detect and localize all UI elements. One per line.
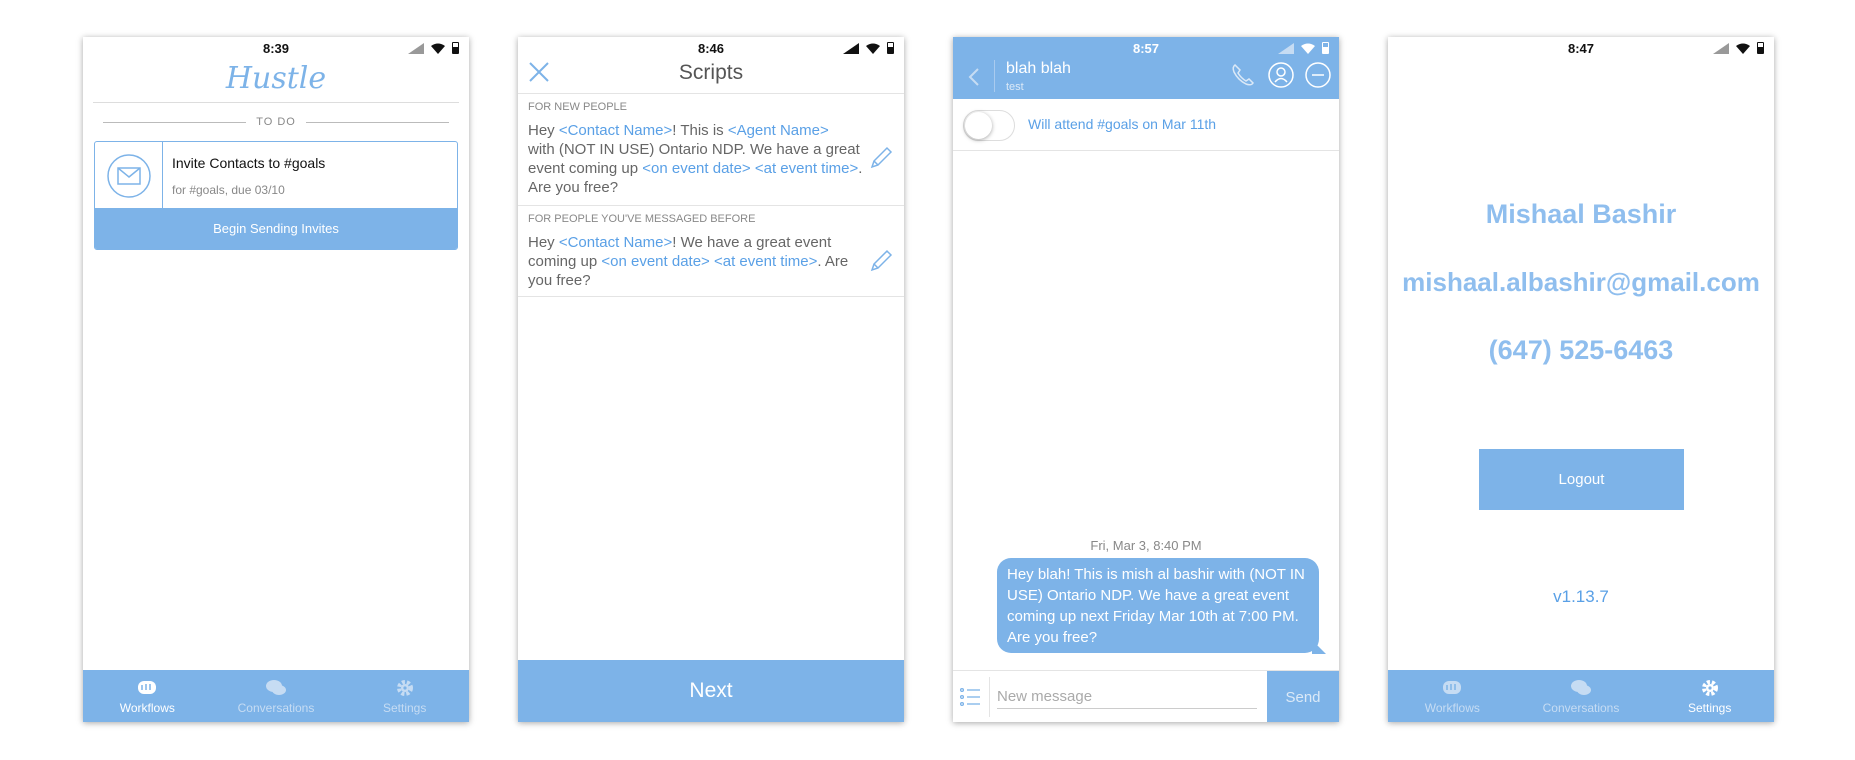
tab-workflows-label: Workflows [1424, 700, 1480, 715]
tab-settings[interactable]: Settings [340, 670, 469, 722]
tab-conversations-label: Conversations [1542, 700, 1620, 715]
token-event-date: <on event date> [601, 253, 710, 270]
app-version: v1.13.7 [1553, 587, 1609, 606]
profile-email: mishaal.albashir@gmail.com [1402, 267, 1760, 297]
gear-icon [1701, 679, 1718, 696]
rsvp-toggle[interactable] [963, 110, 1015, 141]
tab-workflows[interactable]: Workflows [83, 670, 212, 722]
profile-phone: (647) 525-6463 [1488, 335, 1674, 365]
scripts-screen: 8:46 Scripts FOR NEW PEOPLE Hey <Contact… [518, 37, 904, 722]
divider [518, 296, 904, 297]
token-contact-name: <Contact Name> [558, 122, 673, 139]
phone-icon[interactable] [1229, 61, 1257, 89]
wifi-icon [1736, 43, 1750, 54]
fist-icon [1443, 680, 1462, 694]
edit-pencil-icon[interactable] [868, 248, 894, 274]
battery-icon [1757, 42, 1764, 54]
remove-circle-icon[interactable] [1304, 61, 1332, 89]
tab-settings[interactable]: Settings [1645, 670, 1774, 722]
wifi-icon [1301, 43, 1315, 54]
tab-conversations-label: Conversations [237, 700, 315, 715]
next-button[interactable]: Next [518, 660, 904, 722]
wifi-icon [866, 43, 880, 54]
todo-section-header: TO DO [103, 115, 450, 129]
edit-pencil-icon[interactable] [868, 145, 894, 171]
app-logo: Hustle [225, 61, 327, 96]
status-bar: 8:57 [953, 37, 1339, 59]
logout-button[interactable]: Logout [1479, 449, 1684, 510]
tab-bar: Workflows Conversations Settings [83, 670, 469, 722]
status-bar: 8:46 [518, 37, 904, 59]
profile-name: Mishaal Bashir [1485, 199, 1677, 229]
battery-icon [452, 42, 459, 54]
rsvp-label: Will attend #goals on Mar 11th [1028, 116, 1217, 132]
compose-bar: Send [953, 670, 1339, 722]
rsvp-row: Will attend #goals on Mar 11th [953, 99, 1339, 151]
divider [518, 205, 904, 206]
status-bar: 8:39 [83, 37, 469, 59]
chat-bubbles-icon [1571, 679, 1591, 695]
battery-icon [1322, 42, 1329, 54]
contact-subtitle: test [1006, 81, 1024, 93]
gear-icon [396, 679, 413, 696]
tab-conversations[interactable]: Conversations [1517, 670, 1646, 722]
envelope-icon [106, 153, 151, 198]
token-event-date: <on event date> [642, 160, 751, 177]
message-input[interactable] [997, 685, 1257, 709]
token-agent-name: <Agent Name> [727, 122, 829, 139]
todo-label: TO DO [256, 116, 296, 128]
fist-icon [138, 680, 157, 694]
battery-icon [887, 42, 894, 54]
user-profile-icon[interactable] [1267, 61, 1295, 89]
back-chevron-icon[interactable] [967, 67, 981, 87]
settings-screen: 8:47 Mishaal Bashir mishaal.albashir@gma… [1388, 37, 1774, 722]
send-button[interactable]: Send [1267, 671, 1339, 722]
tab-settings-label: Settings [1688, 700, 1732, 715]
divider [93, 102, 459, 103]
wifi-icon [431, 43, 445, 54]
workflows-screen: 8:39 Hustle TO DO Invite Contacts to #go… [83, 37, 469, 722]
tab-workflows[interactable]: Workflows [1388, 670, 1517, 722]
script-new-people[interactable]: Hey <Contact Name>! This is <Agent Name>… [528, 121, 863, 197]
task-card[interactable]: Invite Contacts to #goals for #goals, du… [94, 141, 458, 250]
section-label-messaged-before: FOR PEOPLE YOU'VE MESSAGED BEFORE [528, 213, 756, 225]
task-title: Invite Contacts to #goals [172, 155, 326, 171]
cellular-signal-icon [1713, 42, 1729, 54]
script-messaged-before[interactable]: Hey <Contact Name>! We have a great even… [528, 233, 863, 290]
script-list-icon[interactable] [958, 685, 982, 709]
chat-bubbles-icon [266, 679, 286, 695]
tab-conversations[interactable]: Conversations [212, 670, 341, 722]
tab-bar: Workflows Conversations Settings [1388, 670, 1774, 722]
begin-sending-invites-button[interactable]: Begin Sending Invites [95, 208, 457, 249]
divider [518, 93, 904, 94]
page-title: Scripts [678, 61, 744, 84]
cellular-signal-icon [843, 42, 859, 54]
conversation-screen: 8:57 blah blah test Will attend #goals o… [953, 37, 1339, 722]
contact-name: blah blah [1006, 60, 1071, 77]
cellular-signal-icon [408, 42, 424, 54]
token-contact-name: <Contact Name> [558, 234, 673, 251]
message-bubble: Hey blah! This is mish al bashir with (N… [997, 558, 1319, 653]
cellular-signal-icon [1278, 42, 1294, 54]
token-event-time: <at event time> [713, 253, 818, 270]
status-bar: 8:47 [1388, 37, 1774, 59]
task-subtitle: for #goals, due 03/10 [172, 183, 285, 197]
tab-settings-label: Settings [383, 700, 427, 715]
tab-workflows-label: Workflows [119, 700, 175, 715]
message-timestamp: Fri, Mar 3, 8:40 PM [1090, 538, 1202, 553]
token-event-time: <at event time> [754, 160, 859, 177]
section-label-new-people: FOR NEW PEOPLE [528, 101, 628, 113]
